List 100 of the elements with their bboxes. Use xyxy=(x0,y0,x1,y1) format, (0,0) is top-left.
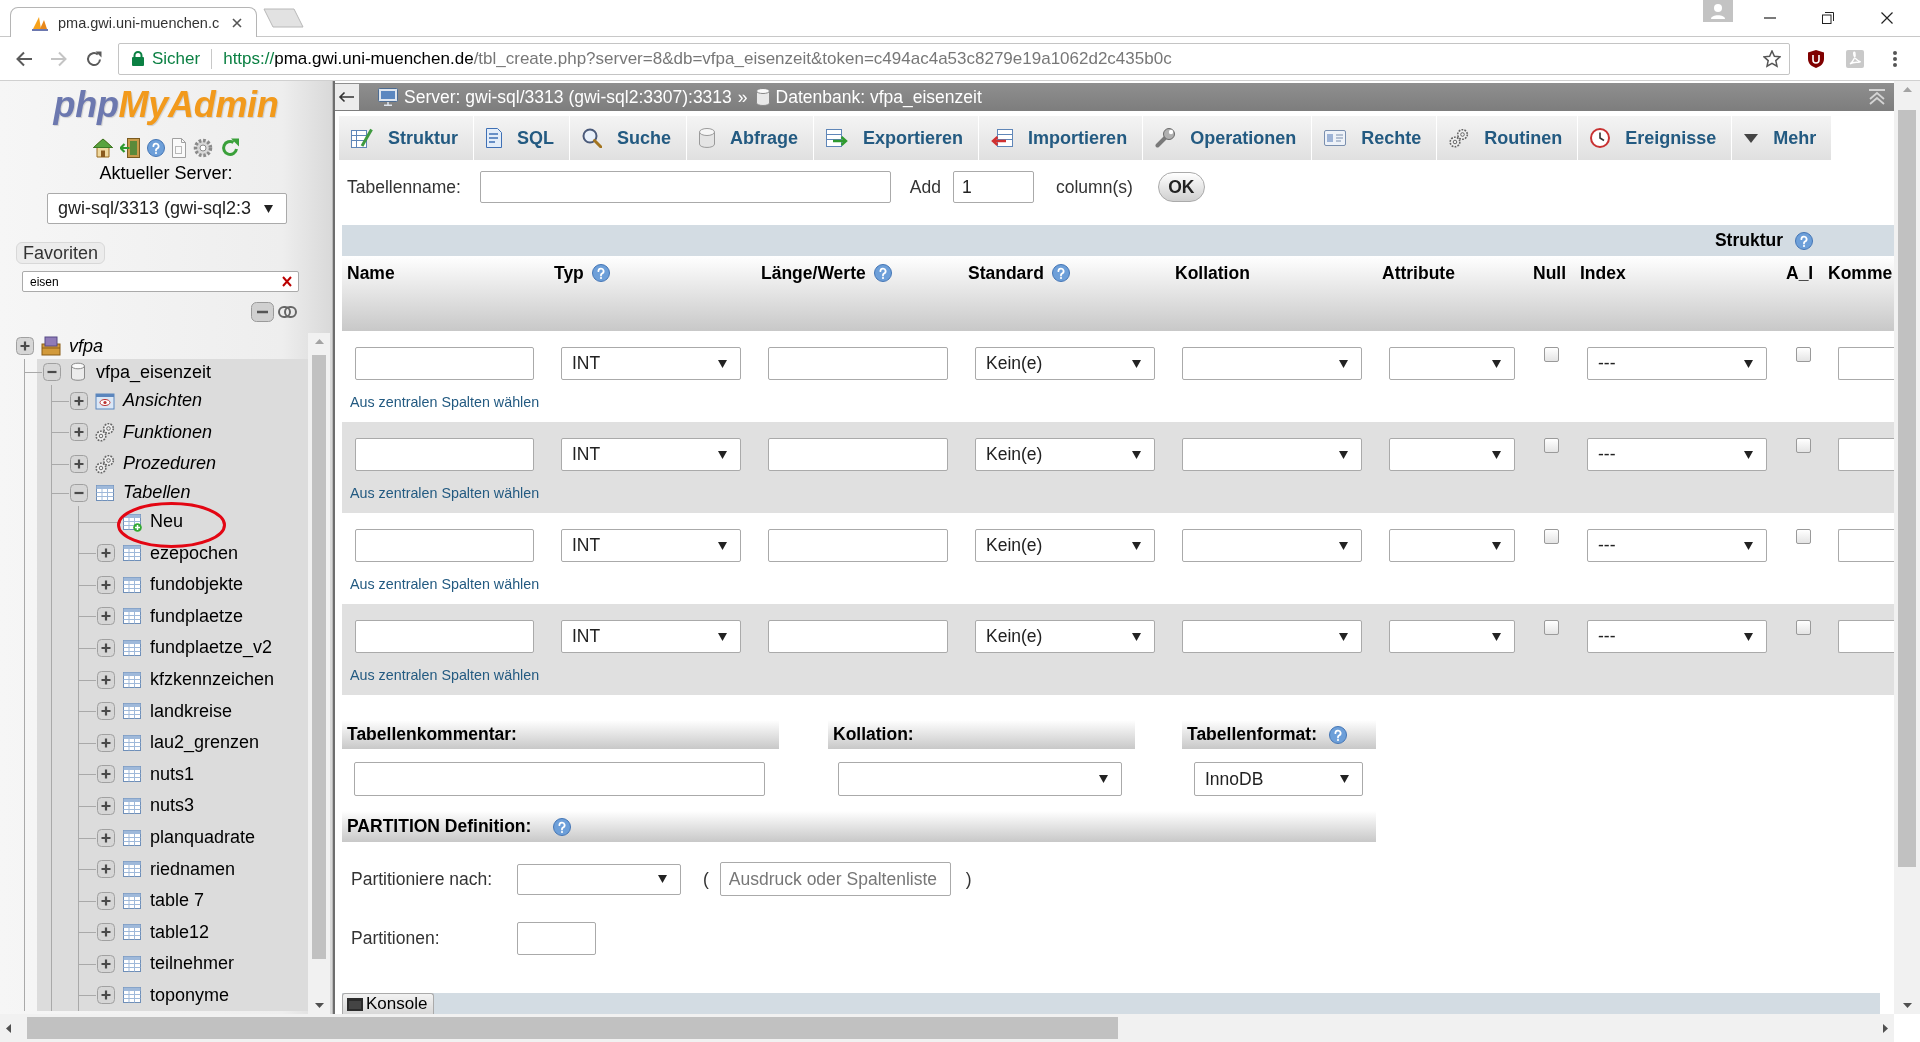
table-name-input[interactable] xyxy=(479,171,891,203)
null-checkbox[interactable] xyxy=(1544,620,1559,635)
nav-tab[interactable]: Exportieren xyxy=(814,116,980,160)
right-arrow-icon[interactable] xyxy=(1883,1023,1888,1033)
tree-item[interactable]: teilnehmer xyxy=(150,953,235,975)
tree-item[interactable]: riednamen xyxy=(150,858,236,880)
tree-item[interactable]: toponyme xyxy=(150,985,230,1006)
comment-input[interactable] xyxy=(1838,438,1894,471)
reload-icon[interactable] xyxy=(86,50,102,67)
default-dropdown[interactable]: Kein(e) xyxy=(975,529,1155,562)
tree-item[interactable]: vfpa_eisenzeit xyxy=(96,361,212,383)
column-name-input[interactable] xyxy=(355,347,534,380)
length-input[interactable] xyxy=(768,347,948,380)
auto-increment-checkbox[interactable] xyxy=(1796,347,1811,362)
partition-count-input[interactable] xyxy=(517,922,596,955)
tree-item[interactable]: Ansichten xyxy=(123,390,203,412)
length-input[interactable] xyxy=(768,529,948,562)
collation-dropdown[interactable] xyxy=(838,762,1122,796)
nav-tab[interactable]: Rechte xyxy=(1312,116,1438,160)
length-input[interactable] xyxy=(768,620,948,653)
collapse-all-icon[interactable] xyxy=(251,302,274,322)
plus-icon[interactable] xyxy=(97,575,115,594)
index-dropdown[interactable]: --- xyxy=(1587,529,1767,562)
tree-item[interactable]: fundplaetze xyxy=(150,605,244,627)
partition-expression-input[interactable]: Ausdruck oder Spaltenliste xyxy=(719,862,951,896)
plus-icon[interactable] xyxy=(97,860,115,879)
column-name-input[interactable] xyxy=(355,438,534,471)
server-dropdown[interactable]: gwi-sql/3313 (gwi-sql2:3 xyxy=(47,193,287,224)
default-dropdown[interactable]: Kein(e) xyxy=(975,620,1155,653)
help-icon[interactable] xyxy=(591,264,610,282)
server-link[interactable]: Server: gwi-sql/3313 (gwi-sql2:3307):3313 xyxy=(404,86,732,108)
attribute-dropdown[interactable] xyxy=(1389,620,1515,653)
null-checkbox[interactable] xyxy=(1544,347,1559,362)
user-icon[interactable] xyxy=(1703,0,1733,22)
plus-icon[interactable] xyxy=(97,923,115,942)
scrollbar[interactable] xyxy=(308,333,330,1014)
default-dropdown[interactable]: Kein(e) xyxy=(975,347,1155,380)
help-icon[interactable] xyxy=(553,817,572,836)
storage-engine-dropdown[interactable]: InnoDB xyxy=(1194,762,1363,796)
collation-dropdown[interactable] xyxy=(1182,438,1362,471)
plus-icon[interactable] xyxy=(70,391,88,410)
auto-increment-checkbox[interactable] xyxy=(1796,529,1811,544)
help-icon[interactable] xyxy=(1795,231,1813,250)
partition-type-dropdown[interactable] xyxy=(517,863,681,895)
home-icon[interactable] xyxy=(92,138,113,158)
collation-dropdown[interactable] xyxy=(1182,347,1362,380)
plus-icon[interactable] xyxy=(70,455,88,473)
central-columns-link[interactable]: Aus zentralen Spalten wählen xyxy=(342,485,540,501)
tree-item[interactable]: Prozeduren xyxy=(123,453,217,475)
star-icon[interactable] xyxy=(1763,49,1781,68)
tree-item[interactable]: nuts3 xyxy=(150,795,195,817)
attribute-dropdown[interactable] xyxy=(1389,529,1515,562)
scrollbar[interactable] xyxy=(1894,81,1920,1014)
comment-input[interactable] xyxy=(1838,347,1894,380)
nav-tab[interactable]: Mehr xyxy=(1732,116,1833,160)
tree-item[interactable]: Neu xyxy=(150,511,184,533)
back-icon[interactable] xyxy=(16,50,32,67)
plus-icon[interactable] xyxy=(97,607,115,626)
close-icon[interactable] xyxy=(232,17,242,28)
forward-icon[interactable] xyxy=(51,50,67,67)
tree-item[interactable]: landkreise xyxy=(150,700,233,722)
browser-tab[interactable]: pma.gwi.uni-muenchen.c xyxy=(10,7,257,37)
tree-item[interactable]: planquadrate xyxy=(150,827,256,848)
down-arrow-icon[interactable] xyxy=(314,1003,324,1008)
attribute-dropdown[interactable] xyxy=(1389,347,1515,380)
auto-increment-checkbox[interactable] xyxy=(1796,620,1811,635)
column-name-input[interactable] xyxy=(355,529,534,562)
plus-icon[interactable] xyxy=(97,954,115,973)
nav-tab[interactable]: Struktur xyxy=(339,116,474,160)
central-columns-link[interactable]: Aus zentralen Spalten wählen xyxy=(342,394,540,410)
tree-item[interactable]: ezepochen xyxy=(150,542,239,564)
plus-icon[interactable] xyxy=(97,638,115,657)
central-columns-link[interactable]: Aus zentralen Spalten wählen xyxy=(342,667,540,683)
auto-increment-checkbox[interactable] xyxy=(1796,438,1811,453)
left-arrow-icon[interactable] xyxy=(6,1023,11,1033)
minus-icon[interactable] xyxy=(70,483,88,502)
null-checkbox[interactable] xyxy=(1544,438,1559,453)
scrollbar[interactable] xyxy=(0,1014,1894,1042)
comment-input[interactable] xyxy=(1838,620,1894,653)
index-dropdown[interactable]: --- xyxy=(1587,620,1767,653)
down-arrow-icon[interactable] xyxy=(1902,1003,1912,1008)
nav-tab[interactable]: Suche xyxy=(570,116,688,160)
minus-icon[interactable] xyxy=(43,363,61,381)
null-checkbox[interactable] xyxy=(1544,529,1559,544)
plus-icon[interactable] xyxy=(97,670,115,689)
tree-item[interactable]: table12 xyxy=(150,921,210,943)
nav-tab[interactable]: Abfrage xyxy=(687,116,815,160)
length-input[interactable] xyxy=(768,438,948,471)
plus-icon[interactable] xyxy=(97,702,115,721)
tree-item[interactable]: nuts1 xyxy=(150,763,195,785)
scrollbar-thumb[interactable] xyxy=(27,1017,1118,1039)
tree-item[interactable]: lau2_grenzen xyxy=(150,732,260,754)
close-icon[interactable] xyxy=(1881,12,1893,24)
menu-icon[interactable] xyxy=(1893,50,1897,67)
plus-icon[interactable] xyxy=(97,796,115,815)
up-arrow-icon[interactable] xyxy=(1902,87,1912,92)
nav-tab[interactable]: SQL xyxy=(474,116,571,160)
help-icon[interactable] xyxy=(873,264,892,282)
nav-tab[interactable]: Ereignisse xyxy=(1578,116,1733,160)
plus-icon[interactable] xyxy=(97,986,115,1005)
